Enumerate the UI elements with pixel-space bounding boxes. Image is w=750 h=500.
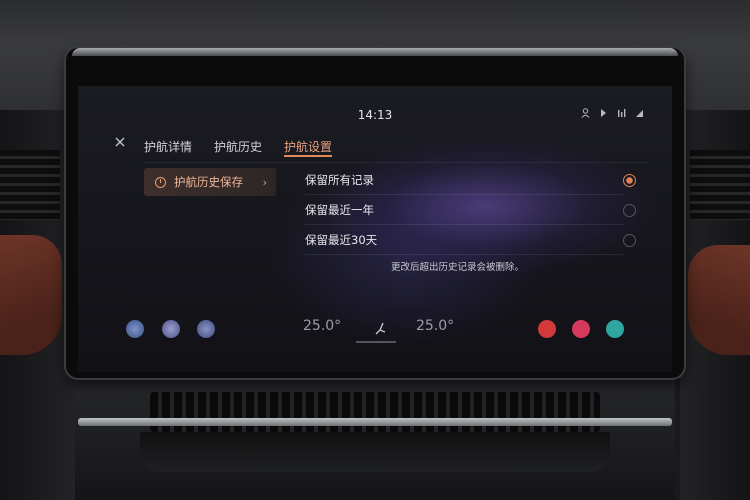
- option-keep-30-days[interactable]: 保留最近30天: [305, 226, 636, 255]
- status-icons: [581, 108, 644, 118]
- radio-unselected[interactable]: [623, 203, 636, 217]
- retention-note: 更改后超出历史记录会被删除。: [391, 262, 525, 273]
- option-keep-all[interactable]: 保留所有记录: [305, 166, 636, 195]
- radio-unselected[interactable]: [623, 233, 636, 247]
- seat-icon[interactable]: [374, 322, 388, 340]
- radio-selected[interactable]: [623, 173, 636, 187]
- console-air-vent: [150, 392, 600, 432]
- clock-icon: [155, 176, 166, 188]
- chevron-right-icon: ›: [262, 175, 267, 189]
- sidebar-item-label: 护航历史保存: [174, 175, 243, 189]
- tab-history[interactable]: 护航历史: [214, 138, 262, 155]
- option-label: 保留最近一年: [305, 203, 374, 217]
- network-icon: [635, 108, 644, 118]
- screen-bezel-edge: [72, 48, 678, 56]
- music-icon[interactable]: [572, 320, 590, 338]
- air-vent-right: [690, 150, 750, 220]
- tab-settings[interactable]: 护航设置: [284, 138, 332, 155]
- user-icon: [581, 108, 590, 118]
- app-icon-2[interactable]: [162, 320, 180, 338]
- temp-left[interactable]: 25.0°: [303, 318, 341, 334]
- seat-base-line: [356, 341, 396, 343]
- leather-trim-left: [0, 235, 62, 355]
- close-icon[interactable]: [115, 136, 125, 151]
- leather-trim-right: [688, 245, 750, 355]
- temp-right[interactable]: 25.0°: [416, 318, 454, 334]
- tab-detail[interactable]: 护航详情: [144, 138, 192, 155]
- app-icon-3[interactable]: [197, 320, 215, 338]
- console-chrome-bar: [78, 418, 672, 426]
- header-divider: [144, 162, 649, 163]
- console-lower-panel: [140, 432, 610, 472]
- navigation-icon[interactable]: [538, 320, 556, 338]
- option-label: 保留所有记录: [305, 173, 374, 187]
- sidebar-item-history-retention[interactable]: 护航历史保存 ›: [144, 168, 276, 196]
- app-icon-1[interactable]: [126, 320, 144, 338]
- option-label: 保留最近30天: [305, 233, 378, 247]
- option-keep-one-year[interactable]: 保留最近一年: [305, 196, 636, 225]
- active-tab-indicator: [284, 155, 332, 157]
- phone-icon[interactable]: [606, 320, 624, 338]
- signal-icon: [617, 108, 626, 118]
- air-vent-left: [0, 150, 60, 220]
- infotainment-screen: 14:13 护航详情 护航历史 护航设置 护航历史保存 › 保留所有记录 保留最…: [78, 86, 672, 372]
- voice-icon: [599, 108, 608, 118]
